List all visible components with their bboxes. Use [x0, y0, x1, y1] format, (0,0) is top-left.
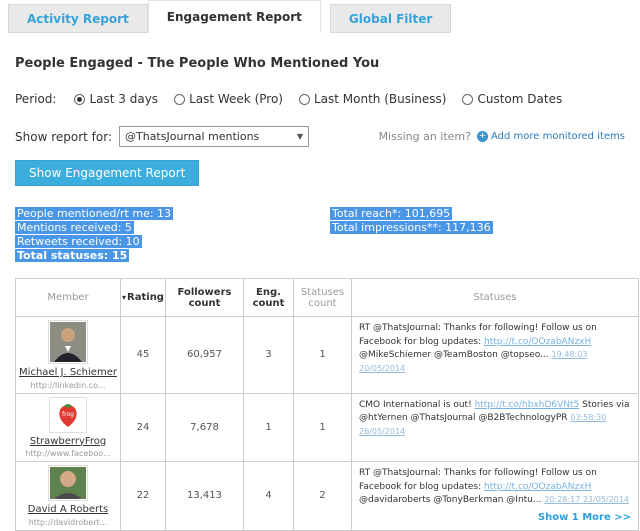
eng-count-cell: 4 — [243, 461, 294, 531]
engagement-table: Member ▾Rating Followers count Eng. coun… — [15, 278, 639, 531]
monitored-item-select[interactable]: @ThatsJournal mentions ▼ — [119, 126, 309, 147]
col-header-rating[interactable]: ▾Rating — [120, 278, 166, 317]
member-name-link[interactable]: StrawberryFrog — [18, 436, 118, 449]
col-header-followers-count[interactable]: Followers count — [165, 278, 244, 317]
radio-label: Last 3 days — [89, 92, 159, 106]
followers-cell: 60,957 — [165, 316, 244, 394]
col-header-eng-count[interactable]: Eng. count — [243, 278, 294, 317]
table-row: Michael J. Schiemer http://linkedin.co..… — [15, 316, 639, 394]
table-header-row: Member ▾Rating Followers count Eng. coun… — [15, 278, 639, 317]
status-timestamp-link[interactable]: 20:28:17 23/05/2014 — [544, 495, 629, 504]
page-title: People Engaged - The People Who Mentione… — [15, 56, 380, 71]
eng-count-cell: 1 — [243, 392, 294, 462]
status-text: @MikeSchiemer @TeamBoston @topseo... — [359, 350, 552, 360]
status-url-link[interactable]: http://t.co/hbxhD6VNt5 — [475, 400, 580, 410]
member-photo-icon — [50, 467, 86, 499]
radio-selected-icon[interactable] — [74, 93, 86, 105]
table-row: frog StrawberryFrog http://www.faceboo..… — [15, 392, 639, 462]
radio-last-month-business[interactable]: Last Month (Business) — [298, 92, 447, 106]
col-header-statuses[interactable]: Statuses — [351, 278, 639, 317]
tab-bar: Activity Report Engagement Report Global… — [0, 0, 640, 33]
stats-left-column: People mentioned/rt me: 13 Mentions rece… — [15, 207, 330, 263]
sort-desc-icon: ▾ — [122, 293, 127, 302]
radio-last-week-pro[interactable]: Last Week (Pro) — [174, 92, 283, 106]
avatar — [48, 465, 88, 501]
svg-text:frog: frog — [62, 411, 74, 418]
member-url: http://www.faceboo... — [25, 449, 111, 458]
period-label: Period: — [15, 92, 57, 106]
status-text: CMO International is out! — [359, 399, 475, 410]
status-cell: CMO International is out! http://t.co/hb… — [351, 392, 639, 462]
strawberry-logo-icon: frog — [51, 398, 85, 431]
eng-count-cell: 3 — [243, 316, 294, 394]
statuses-count-cell: 1 — [293, 316, 352, 394]
followers-cell: 7,678 — [165, 392, 244, 462]
add-icon[interactable]: + — [476, 131, 488, 142]
radio-icon[interactable] — [298, 93, 310, 105]
rating-cell: 22 — [120, 461, 166, 531]
status-text: @davidaroberts @TonyBerkman @Intu... — [359, 495, 545, 505]
followers-cell: 13,413 — [165, 461, 244, 531]
missing-item-text: Missing an item? — [378, 130, 471, 143]
status-url-link[interactable]: http://t.co/OOzabANzxH — [484, 337, 591, 347]
stat-total-reach: Total reach*: 101,695 — [330, 207, 453, 220]
member-name-link[interactable]: Michael J. Schiemer — [18, 367, 118, 380]
chevron-down-icon: ▼ — [296, 132, 303, 141]
stats-right-column: Total reach*: 101,695 Total impressions*… — [330, 207, 493, 263]
radio-label: Custom Dates — [477, 92, 563, 106]
report-selector-row: Show report for: @ThatsJournal mentions … — [15, 126, 625, 147]
radio-icon[interactable] — [174, 93, 186, 105]
status-cell: RT @ThatsJournal: Thanks for following! … — [351, 316, 639, 394]
status-cell: RT @ThatsJournal: Thanks for following! … — [351, 461, 639, 531]
add-monitored-items-link[interactable]: Add more monitored items — [491, 131, 625, 142]
show-report-for-label: Show report for: — [15, 129, 112, 144]
stat-total-statuses: Total statuses: 15 — [15, 249, 130, 262]
stat-total-impressions: Total impressions**: 117,136 — [330, 221, 493, 234]
avatar — [48, 320, 88, 364]
avatar: frog — [49, 396, 87, 433]
radio-label: Last Month (Business) — [313, 92, 447, 106]
table-row: David A Roberts http://davidrobert... 22… — [15, 461, 639, 531]
period-row: Period: Last 3 days Last Week (Pro) Last… — [15, 92, 640, 106]
statuses-count-cell: 2 — [293, 461, 352, 531]
radio-custom-dates[interactable]: Custom Dates — [462, 92, 562, 106]
member-url: http://davidrobert... — [28, 517, 108, 527]
tab-global-filter[interactable]: Global Filter — [329, 4, 452, 33]
show-engagement-report-button[interactable]: Show Engagement Report — [15, 160, 200, 186]
col-header-statuses-count[interactable]: Statuses count — [293, 278, 352, 317]
tab-engagement-report[interactable]: Engagement Report — [147, 0, 321, 33]
member-url: http://linkedin.co... — [30, 380, 106, 390]
statuses-count-cell: 1 — [293, 392, 352, 462]
status-url-link[interactable]: http://t.co/OOzabANzxH — [484, 482, 591, 492]
col-header-member[interactable]: Member — [15, 278, 121, 317]
tab-activity-report[interactable]: Activity Report — [8, 4, 148, 33]
member-photo-icon — [50, 322, 86, 362]
missing-item-area: Missing an item? + Add more monitored it… — [379, 130, 625, 143]
radio-label: Last Week (Pro) — [189, 92, 283, 106]
rating-cell: 45 — [120, 316, 166, 394]
rating-cell: 24 — [120, 392, 166, 462]
stat-people-mentioned: People mentioned/rt me: 13 — [15, 207, 174, 220]
radio-last-3-days[interactable]: Last 3 days — [74, 92, 158, 106]
show-more-link[interactable]: Show 1 More >> — [359, 510, 631, 525]
radio-icon[interactable] — [462, 93, 474, 105]
member-name-link[interactable]: David A Roberts — [18, 504, 118, 517]
stats-summary: People mentioned/rt me: 13 Mentions rece… — [15, 207, 640, 263]
stat-mentions-received: Mentions received: 5 — [15, 221, 134, 234]
stat-retweets-received: Retweets received: 10 — [15, 235, 142, 248]
select-value: @ThatsJournal mentions — [125, 130, 260, 143]
